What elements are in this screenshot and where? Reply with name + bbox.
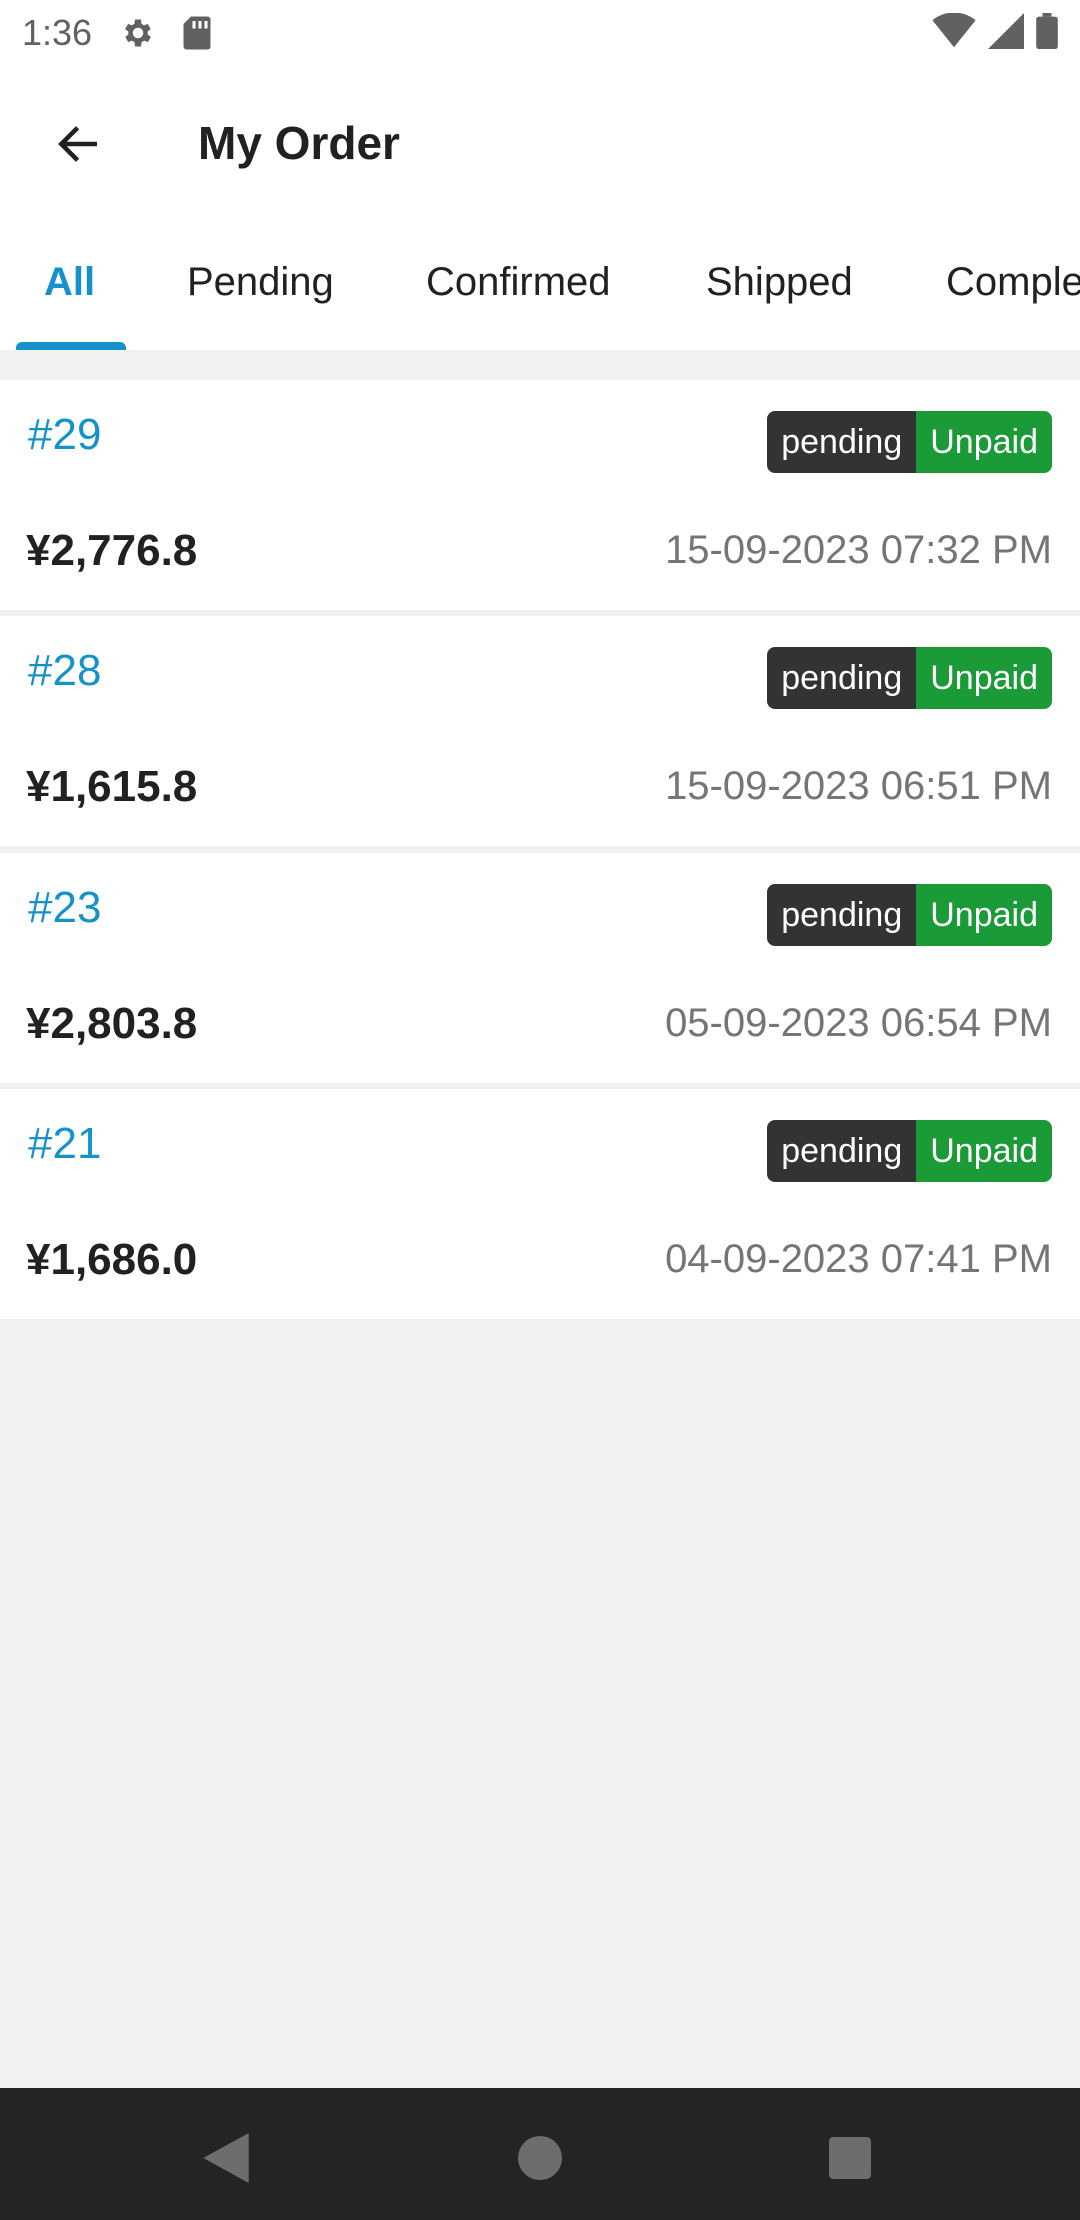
tab-shipped[interactable]: Shipped <box>706 260 853 305</box>
back-button[interactable] <box>38 106 118 186</box>
order-status-badge: pending <box>767 411 917 473</box>
order-date: 04-09-2023 07:41 PM <box>665 1237 1052 1281</box>
order-date: 15-09-2023 07:32 PM <box>665 528 1052 572</box>
order-id: #23 <box>28 883 102 932</box>
payment-status-badge: Unpaid <box>916 884 1052 946</box>
payment-status-badge: Unpaid <box>916 647 1052 709</box>
status-bar: 1:36 <box>0 0 1080 66</box>
arrow-left-icon <box>53 119 103 174</box>
payment-status-badge: Unpaid <box>916 1120 1052 1182</box>
page-title: My Order <box>198 117 400 169</box>
order-amount: ¥1,686.0 <box>26 1235 198 1284</box>
order-status-badge: pending <box>767 647 917 709</box>
order-badges: pending Unpaid <box>767 884 1052 946</box>
order-id: #21 <box>28 1119 102 1168</box>
order-badges: pending Unpaid <box>767 411 1052 473</box>
tab-pending[interactable]: Pending <box>187 260 334 305</box>
order-status-badge: pending <box>767 1120 917 1182</box>
battery-icon <box>1036 12 1058 54</box>
tab-confirmed[interactable]: Confirmed <box>426 260 611 305</box>
order-date: 05-09-2023 06:54 PM <box>665 1001 1052 1045</box>
order-card[interactable]: #23 pending Unpaid ¥2,803.8 05-09-2023 0… <box>0 853 1080 1083</box>
order-card[interactable]: #21 pending Unpaid ¥1,686.0 04-09-2023 0… <box>0 1089 1080 1319</box>
recents-square-icon[interactable] <box>820 2128 880 2188</box>
order-badges: pending Unpaid <box>767 1120 1052 1182</box>
status-time: 1:36 <box>22 12 93 53</box>
order-card[interactable]: #28 pending Unpaid ¥1,615.8 15-09-2023 0… <box>0 616 1080 846</box>
system-nav-bar <box>0 2088 1080 2220</box>
back-triangle-icon[interactable] <box>196 2128 256 2188</box>
order-amount: ¥2,776.8 <box>26 526 198 575</box>
signal-icon <box>988 12 1024 54</box>
order-date: 15-09-2023 06:51 PM <box>665 764 1052 808</box>
order-status-badge: pending <box>767 884 917 946</box>
gear-icon <box>120 15 156 51</box>
order-amount: ¥1,615.8 <box>26 762 198 811</box>
order-id: #28 <box>28 646 102 695</box>
app-bar: My Order <box>0 66 1080 222</box>
tab-all[interactable]: All <box>44 260 95 305</box>
wifi-icon <box>932 12 976 54</box>
order-amount: ¥2,803.8 <box>26 999 198 1048</box>
payment-status-badge: Unpaid <box>916 411 1052 473</box>
home-circle-icon[interactable] <box>510 2128 570 2188</box>
tab-completed[interactable]: Completed <box>946 260 1080 305</box>
order-tabs: All Pending Confirmed Shipped Completed <box>0 222 1080 350</box>
active-tab-indicator <box>16 342 126 350</box>
sd-card-icon <box>182 15 212 51</box>
order-badges: pending Unpaid <box>767 647 1052 709</box>
order-card[interactable]: #29 pending Unpaid ¥2,776.8 15-09-2023 0… <box>0 380 1080 610</box>
order-id: #29 <box>28 410 102 459</box>
